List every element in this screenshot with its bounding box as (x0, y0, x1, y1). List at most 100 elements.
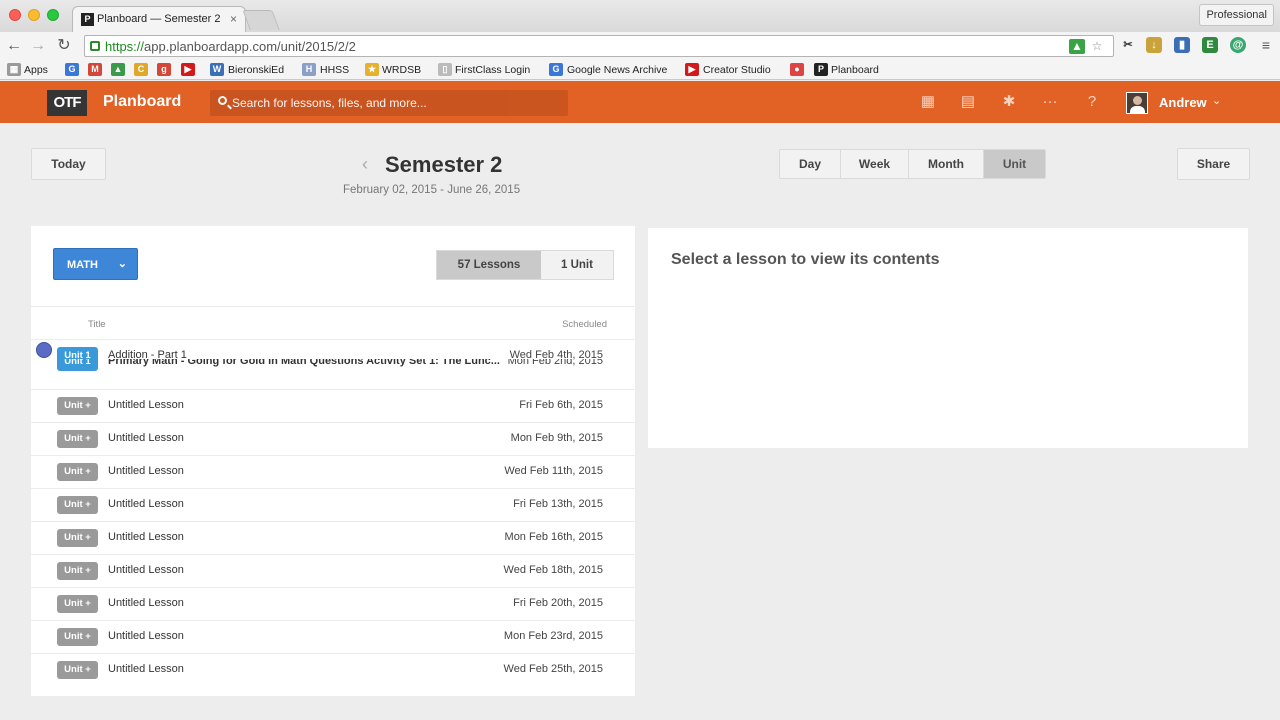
unit-badge[interactable]: Unit + (57, 595, 98, 613)
lesson-row[interactable]: Unit + Untitled Lesson Mon Feb 9th, 2015 (31, 422, 635, 455)
close-window-button[interactable] (9, 9, 21, 21)
bookmark-wrdsb[interactable]: WRDSB (382, 64, 421, 76)
lessons-count-button[interactable]: 57 Lessons (437, 251, 541, 279)
drive-icon[interactable]: ▲ (111, 63, 125, 76)
lesson-title: Untitled Lesson (108, 465, 184, 477)
subject-label: MATH (67, 259, 98, 271)
user-name[interactable]: Andrew (1159, 95, 1207, 110)
search-input[interactable]: Search for lessons, files, and more... (210, 90, 568, 116)
minimize-window-button[interactable] (28, 9, 40, 21)
units-count-button[interactable]: 1 Unit (541, 251, 613, 279)
browser-navbar: ← → ↻ https://app.planboardapp.com/unit/… (0, 32, 1280, 60)
lesson-row[interactable]: Unit + Untitled Lesson Wed Feb 25th, 2015 (31, 653, 635, 686)
view-day-button[interactable]: Day (780, 150, 841, 178)
zoom-window-button[interactable] (47, 9, 59, 21)
bookmarks-bar: ▦ Apps G M ▲ C g ▶ W BieronskiEd H HHSS … (0, 60, 1280, 80)
unit-badge[interactable]: Unit + (57, 628, 98, 646)
otf-logo[interactable]: OTF (47, 90, 87, 116)
search-icon (218, 96, 227, 105)
bookmark-firstclass[interactable]: FirstClass Login (455, 64, 530, 76)
lesson-row[interactable]: Unit + Untitled Lesson Fri Feb 20th, 2015 (31, 587, 635, 620)
bookmark-hhss[interactable]: HHSS (320, 64, 349, 76)
today-button[interactable]: Today (31, 148, 106, 180)
lesson-row[interactable]: Unit + Untitled Lesson Fri Feb 6th, 2015 (31, 389, 635, 422)
bookmark-bieronskied[interactable]: BieronskiEd (228, 64, 284, 76)
chevron-left-icon[interactable]: ‹ (362, 154, 368, 175)
lesson-row[interactable]: Unit 1 Primary Math - Going for Gold in M… (31, 359, 635, 375)
view-switcher: Day Week Month Unit (779, 149, 1046, 179)
google-plus-icon[interactable]: g (157, 63, 171, 76)
lesson-date: Fri Feb 6th, 2015 (519, 399, 603, 411)
view-month-button[interactable]: Month (909, 150, 984, 178)
gmail-icon[interactable]: M (88, 63, 102, 76)
wrdsb-icon: ★ (365, 63, 379, 76)
google-icon[interactable]: G (65, 63, 79, 76)
lesson-title: Untitled Lesson (108, 663, 184, 675)
share-button[interactable]: Share (1177, 148, 1250, 180)
app-header: OTF Planboard Search for lessons, files,… (0, 81, 1280, 123)
unit-badge[interactable]: Unit + (57, 397, 98, 415)
unit-badge[interactable]: Unit + (57, 661, 98, 679)
bookmark-creator-studio[interactable]: Creator Studio (703, 64, 771, 76)
scissors-extension-icon[interactable]: ✂ (1120, 37, 1136, 53)
lesson-row[interactable]: Unit + Untitled Lesson Fri Feb 13th, 2015 (31, 488, 635, 521)
youtube-icon[interactable]: ▶ (181, 63, 195, 76)
lesson-date: Mon Feb 9th, 2015 (510, 432, 603, 444)
profile-button[interactable]: Professional (1199, 4, 1274, 26)
browser-tab-active[interactable]: P Planboard — Semester 2 × (72, 6, 246, 32)
address-bar[interactable]: https://app.planboardapp.com/unit/2015/2… (84, 35, 1114, 57)
lesson-row[interactable]: Unit + Untitled Lesson Mon Feb 16th, 2015 (31, 521, 635, 554)
unit-badge[interactable]: Unit 1 (57, 359, 98, 371)
back-arrow-icon[interactable]: ← (4, 36, 24, 56)
lesson-date: Wed Feb 25th, 2015 (503, 663, 603, 675)
view-week-button[interactable]: Week (841, 150, 909, 178)
column-header-title[interactable]: Title (88, 319, 106, 330)
extension-page-icon[interactable]: ▲ (1069, 39, 1085, 54)
book-icon[interactable]: ▤ (959, 94, 977, 110)
lesson-row[interactable]: Unit + Untitled Lesson Wed Feb 18th, 2015 (31, 554, 635, 587)
unit-badge[interactable]: Unit + (57, 496, 98, 514)
classroom-icon[interactable]: C (134, 63, 148, 76)
google-news-icon: G (549, 63, 563, 76)
apps-grid-icon: ▦ (7, 63, 21, 76)
unit-badge[interactable]: Unit + (57, 463, 98, 481)
misc-bookmark-icon[interactable]: ● (790, 63, 804, 76)
planboard-bookmark-icon: P (814, 63, 828, 76)
page-icon: ▯ (438, 63, 452, 76)
browser-titlebar: P Planboard — Semester 2 × Professional (0, 0, 1280, 32)
view-unit-button[interactable]: Unit (984, 150, 1045, 178)
search-placeholder: Search for lessons, files, and more... (232, 96, 427, 110)
unit-badge[interactable]: Unit + (57, 430, 98, 448)
avatar[interactable] (1126, 92, 1148, 114)
subject-dropdown[interactable]: MATH ⌄ (53, 248, 138, 280)
bookmark-apps[interactable]: Apps (24, 64, 48, 76)
menu-icon[interactable]: ≡ (1258, 37, 1274, 53)
lesson-row[interactable]: Unit + Untitled Lesson Mon Feb 23rd, 2015 (31, 620, 635, 653)
unit-badge[interactable]: Unit + (57, 529, 98, 547)
app-brand[interactable]: Planboard (103, 93, 181, 111)
help-icon[interactable]: ? (1083, 94, 1101, 110)
forward-arrow-icon[interactable]: → (28, 36, 48, 56)
column-header-scheduled[interactable]: Scheduled (562, 319, 607, 330)
gear-icon[interactable]: ✱ (1000, 94, 1018, 110)
evernote-extension-icon[interactable]: E (1202, 37, 1218, 53)
bookmark-star-icon[interactable]: ☆ (1089, 39, 1105, 54)
more-icon[interactable]: ··· (1041, 94, 1059, 110)
extension-icon[interactable]: ↓ (1146, 37, 1162, 53)
lesson-title: Primary Math - Going for Gold in Math Qu… (108, 359, 500, 367)
hhss-icon: H (302, 63, 316, 76)
tab-close-icon[interactable]: × (230, 12, 237, 26)
unit-badge[interactable]: Unit + (57, 562, 98, 580)
calendar-icon[interactable]: ▦ (919, 94, 937, 110)
lesson-row[interactable]: Unit + Untitled Lesson Wed Feb 11th, 2015 (31, 455, 635, 488)
bookmark-google-news-archive[interactable]: Google News Archive (567, 64, 667, 76)
reload-icon[interactable]: ↻ (54, 36, 74, 56)
new-tab-button[interactable] (242, 10, 280, 30)
bookmark-planboard[interactable]: Planboard (831, 64, 879, 76)
drag-handle-icon[interactable] (36, 342, 52, 358)
chevron-down-icon: ⌄ (117, 258, 127, 270)
chevron-down-icon[interactable]: ⌄ (1212, 94, 1221, 107)
lesson-title: Untitled Lesson (108, 399, 184, 411)
bar-chart-extension-icon[interactable]: ▮ (1174, 37, 1190, 53)
circle-extension-icon[interactable]: @ (1230, 37, 1246, 53)
